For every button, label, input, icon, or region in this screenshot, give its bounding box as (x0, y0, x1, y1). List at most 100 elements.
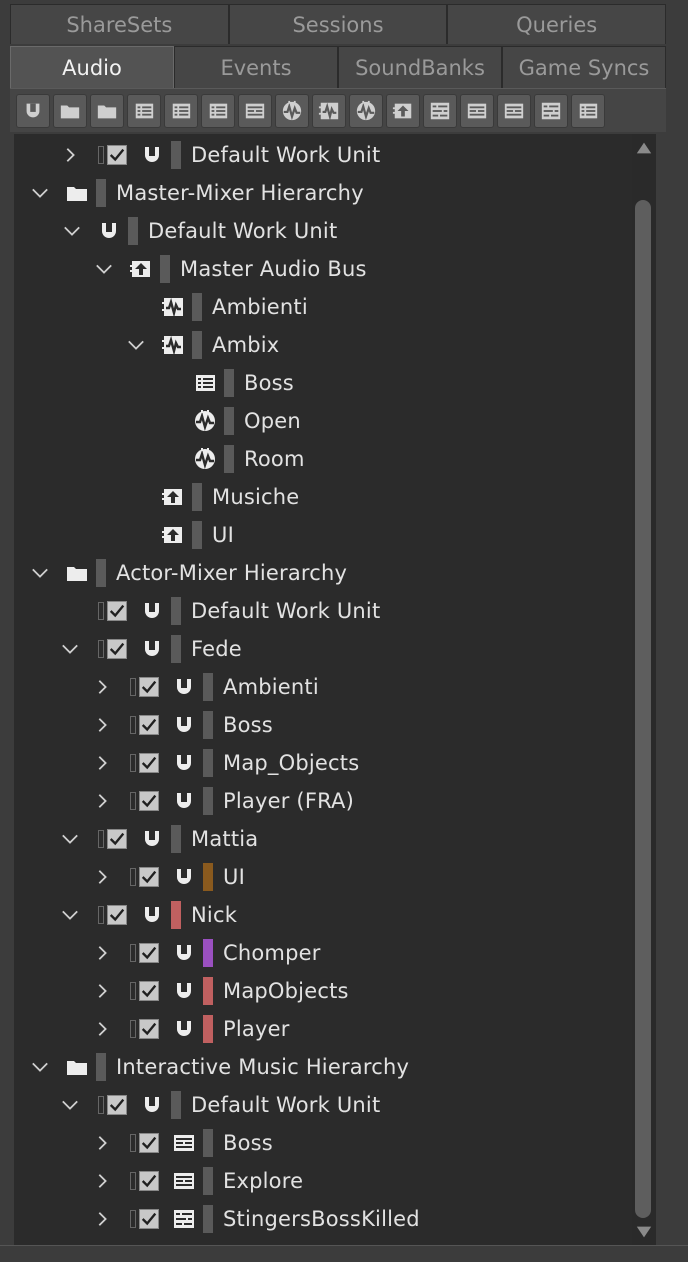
include-checkbox[interactable] (107, 145, 127, 165)
tree-row[interactable]: Boss (158, 364, 294, 402)
scroll-thumb[interactable] (635, 200, 651, 1218)
toolbar-music-playlist-container-button[interactable] (534, 93, 568, 128)
tree-row[interactable]: Mattia (60, 820, 258, 858)
toolbar-actor-mixer-button[interactable] (127, 93, 161, 128)
collapse-chevron-icon[interactable] (60, 145, 80, 165)
toolbar-virtual-folder-button[interactable] (90, 93, 124, 128)
tree-row[interactable]: UI (126, 516, 234, 554)
include-checkbox[interactable] (139, 791, 159, 811)
tree-row[interactable]: MapObjects (92, 972, 349, 1010)
expand-chevron-icon[interactable] (126, 335, 146, 355)
tree-row[interactable]: Ambix (126, 326, 279, 364)
tree-row[interactable]: Musiche (126, 478, 299, 516)
collapse-chevron-icon[interactable] (92, 1133, 112, 1153)
include-checkbox[interactable] (139, 981, 159, 1001)
tab-events[interactable]: Events (174, 46, 338, 88)
include-checkbox[interactable] (139, 753, 159, 773)
toolbar-random-container-button[interactable] (164, 93, 198, 128)
include-checkbox[interactable] (139, 943, 159, 963)
collapse-chevron-icon[interactable] (92, 715, 112, 735)
scroll-up-arrow-icon[interactable] (634, 138, 654, 158)
expand-chevron-icon[interactable] (60, 639, 80, 659)
toolbar-sound-voice-button[interactable] (349, 93, 383, 128)
project-tree[interactable]: Default Work Unit Master-Mixer Hierarchy D… (14, 134, 632, 1246)
tree-row[interactable]: Actor-Mixer Hierarchy (30, 554, 347, 592)
tree-row[interactable]: Master Audio Bus (94, 250, 367, 288)
toolbar-switch-container-button[interactable] (238, 93, 272, 128)
tree-row[interactable]: Boss (92, 1124, 273, 1162)
expand-chevron-icon[interactable] (62, 221, 82, 241)
include-checkbox[interactable] (107, 639, 127, 659)
tree-row[interactable]: Chomper (92, 934, 321, 972)
tree-row[interactable]: Default Work Unit (60, 592, 380, 630)
include-checkbox[interactable] (139, 715, 159, 735)
actor-mixer-icon (133, 100, 155, 122)
tab-queries[interactable]: Queries (447, 4, 667, 44)
tree-row[interactable]: Interactive Music Hierarchy (30, 1048, 409, 1086)
toolbar-music-switch-button[interactable] (460, 93, 494, 128)
include-checkbox[interactable] (107, 1095, 127, 1115)
tab-sharesets[interactable]: ShareSets (10, 4, 229, 44)
include-checkbox[interactable] (139, 677, 159, 697)
tree-row[interactable]: Room (158, 440, 305, 478)
tree-row[interactable]: Open (158, 402, 301, 440)
include-checkbox[interactable] (139, 1133, 159, 1153)
toolbar-blend-track-button[interactable] (571, 93, 605, 128)
include-checkbox[interactable] (139, 867, 159, 887)
source-control-marker (94, 145, 107, 165)
tree-row[interactable]: Default Work Unit (60, 1086, 380, 1124)
tab-audio[interactable]: Audio (10, 46, 174, 88)
include-checkbox[interactable] (139, 1019, 159, 1039)
tree-row[interactable]: Player (92, 1010, 290, 1048)
collapse-chevron-icon[interactable] (92, 753, 112, 773)
tree-row[interactable]: Explore (92, 1162, 303, 1200)
expand-chevron-icon[interactable] (30, 183, 50, 203)
tree-row[interactable]: Player (FRA) (92, 782, 354, 820)
tree-row[interactable]: Nick (60, 896, 237, 934)
include-checkbox[interactable] (107, 601, 127, 621)
toolbar-music-playlist-button[interactable] (497, 93, 531, 128)
collapse-chevron-icon[interactable] (92, 1171, 112, 1191)
expand-chevron-icon[interactable] (60, 905, 80, 925)
toolbar-folder-button[interactable] (53, 93, 87, 128)
tree-row[interactable]: Map_Objects (92, 744, 359, 782)
expand-chevron-icon[interactable] (30, 1057, 50, 1077)
toolbar-sound-sfx-button[interactable] (312, 93, 346, 128)
include-checkbox[interactable] (107, 905, 127, 925)
include-checkbox[interactable] (139, 1209, 159, 1229)
tree-scrollbar[interactable] (632, 134, 656, 1246)
collapse-chevron-icon[interactable] (92, 867, 112, 887)
expand-chevron-icon[interactable] (60, 829, 80, 849)
tree-row[interactable]: Boss (92, 706, 273, 744)
tree-row[interactable]: StingersBossKilled (92, 1200, 420, 1238)
tree-row[interactable]: Ambienti (92, 668, 319, 706)
collapse-chevron-icon[interactable] (92, 677, 112, 697)
toolbar-blend-container-button[interactable] (275, 93, 309, 128)
tree-row[interactable]: Default Work Unit (60, 136, 380, 174)
scroll-down-arrow-icon[interactable] (634, 1222, 654, 1242)
collapse-chevron-icon[interactable] (92, 981, 112, 1001)
tab-soundbanks[interactable]: SoundBanks (338, 46, 502, 88)
collapse-chevron-icon[interactable] (92, 791, 112, 811)
expand-chevron-icon[interactable] (94, 259, 114, 279)
collapse-chevron-icon[interactable] (92, 1019, 112, 1039)
expand-chevron-icon[interactable] (30, 563, 50, 583)
tree-row[interactable]: Ambienti (126, 288, 308, 326)
toolbar-sequence-container-button[interactable] (201, 93, 235, 128)
tree-row[interactable]: Master-Mixer Hierarchy (30, 174, 364, 212)
collapse-chevron-icon[interactable] (92, 1209, 112, 1229)
toolbar-music-segment-button[interactable] (386, 93, 420, 128)
color-tag (171, 597, 181, 625)
include-checkbox[interactable] (107, 829, 127, 849)
expand-chevron-icon[interactable] (60, 1095, 80, 1115)
tab-game-syncs[interactable]: Game Syncs (502, 46, 666, 88)
toolbar-work-unit-button[interactable] (16, 93, 50, 128)
tree-row[interactable]: Fede (60, 630, 242, 668)
work-unit-icon (171, 712, 197, 738)
include-checkbox[interactable] (139, 1171, 159, 1191)
tab-sessions[interactable]: Sessions (228, 4, 448, 44)
tree-row[interactable]: Default Work Unit (62, 212, 337, 250)
collapse-chevron-icon[interactable] (92, 943, 112, 963)
tree-row[interactable]: UI (92, 858, 245, 896)
toolbar-music-track-button[interactable] (423, 93, 457, 128)
